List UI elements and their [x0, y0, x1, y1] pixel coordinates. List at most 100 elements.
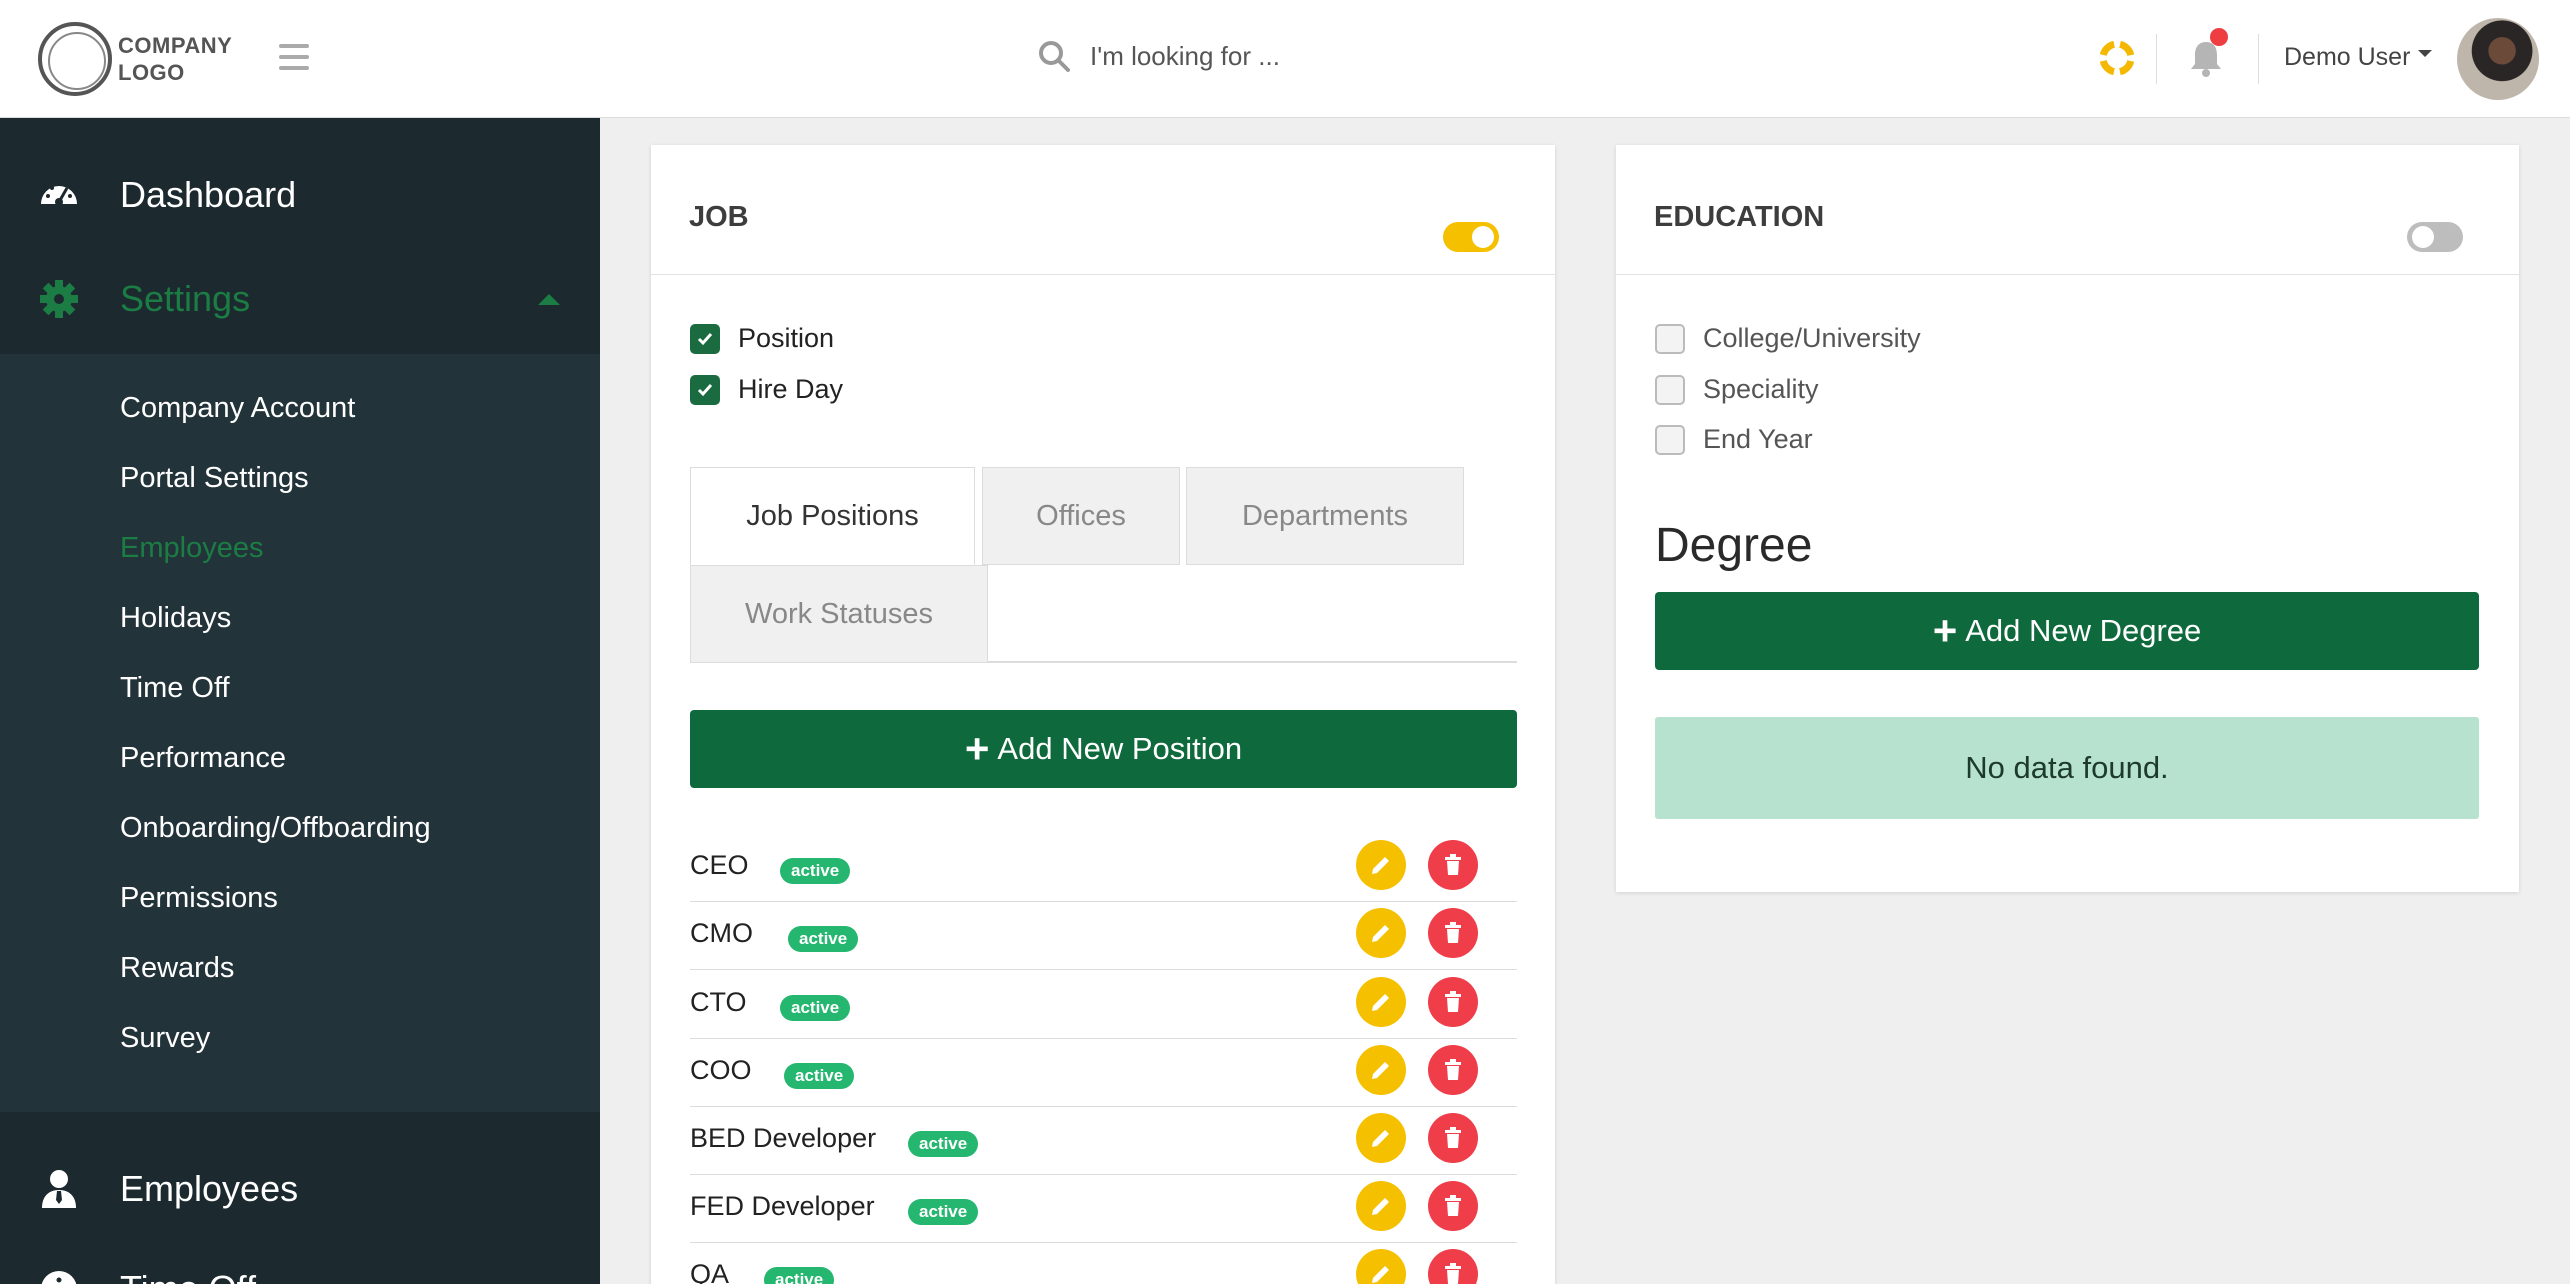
college-university-label: College/University [1703, 323, 1921, 353]
speciality-checkbox[interactable]: Speciality [1655, 374, 1819, 405]
college-university-checkbox[interactable]: College/University [1655, 323, 1921, 354]
hamburger-menu-icon[interactable] [279, 44, 309, 70]
table-row: BED Developer active [690, 1107, 1517, 1175]
gear-icon [40, 280, 78, 318]
sidebar-subitem-permissions[interactable]: Permissions [120, 882, 278, 915]
status-badge: active [908, 1131, 979, 1157]
sidebar-subitem-survey[interactable]: Survey [120, 1022, 210, 1055]
avatar[interactable] [2457, 18, 2539, 100]
trash-icon [1445, 1263, 1461, 1284]
sidebar-subitem-company-account[interactable]: Company Account [120, 392, 355, 425]
header-divider [2258, 34, 2259, 84]
pencil-icon [1372, 1130, 1389, 1147]
degree-heading: Degree [1655, 519, 1813, 572]
table-row: CTO active [690, 971, 1517, 1039]
pencil-icon [1372, 1198, 1389, 1215]
edit-button[interactable] [1356, 1181, 1406, 1231]
trash-icon [1445, 922, 1461, 943]
logo-text-line2: LOGO [118, 60, 185, 85]
tab-job-positions[interactable]: Job Positions [690, 467, 975, 565]
tab-departments[interactable]: Departments [1186, 467, 1464, 565]
lifebuoy-help-icon[interactable] [2100, 41, 2134, 75]
notification-dot [2210, 28, 2228, 46]
sidebar-subitem-onboarding[interactable]: Onboarding/Offboarding [120, 812, 431, 845]
edit-button[interactable] [1356, 1045, 1406, 1095]
trash-icon [1445, 991, 1461, 1012]
delete-button[interactable] [1428, 1181, 1478, 1231]
sidebar-subitem-rewards[interactable]: Rewards [120, 952, 234, 985]
add-new-position-button[interactable]: + Add New Position [690, 710, 1517, 788]
search-icon [1039, 41, 1070, 72]
trash-icon [1445, 1195, 1461, 1216]
position-name: COO [690, 1055, 752, 1085]
plus-icon: + [1932, 607, 1958, 654]
delete-button[interactable] [1428, 1045, 1478, 1095]
position-name: BED Developer [690, 1123, 877, 1153]
sidebar-item-dashboard[interactable]: Dashboard [0, 170, 600, 220]
sidebar-subitem-time-off[interactable]: Time Off [120, 672, 230, 705]
sidebar-subitem-performance[interactable]: Performance [120, 742, 286, 775]
add-new-degree-button[interactable]: + Add New Degree [1655, 592, 2479, 670]
sidebar-label-settings: Settings [120, 278, 251, 319]
sidebar-item-employees[interactable]: Employees [0, 1164, 600, 1214]
checkbox-checked-icon [690, 374, 720, 405]
checkbox-unchecked-icon [1655, 424, 1685, 455]
caret-down-icon [2418, 50, 2433, 57]
education-card-title: EDUCATION [1654, 201, 1825, 233]
position-name: FED Developer [690, 1191, 875, 1221]
sidebar-item-time-off[interactable]: Time Off [0, 1264, 600, 1284]
trash-icon [1445, 1127, 1461, 1148]
job-tabs: Job Positions Offices Departments Work S… [690, 467, 1517, 663]
delete-button[interactable] [1428, 1113, 1478, 1163]
pencil-icon [1372, 1062, 1389, 1079]
search-input[interactable] [1090, 40, 1490, 72]
delete-button[interactable] [1428, 908, 1478, 958]
logo-ring-icon [38, 22, 112, 96]
pencil-icon [1372, 857, 1389, 874]
table-row: CMO active [690, 902, 1517, 970]
edit-button[interactable] [1356, 977, 1406, 1027]
chevron-up-icon [538, 293, 560, 305]
trash-icon [1445, 854, 1461, 875]
edit-button[interactable] [1356, 1113, 1406, 1163]
pencil-icon [1372, 1266, 1389, 1283]
job-section-toggle[interactable] [1443, 222, 1499, 252]
position-checkbox-label: Position [738, 323, 835, 353]
sidebar-subitem-portal-settings[interactable]: Portal Settings [120, 462, 309, 495]
user-menu-dropdown[interactable]: Demo User [2284, 43, 2433, 72]
company-logo[interactable]: COMPANY LOGO [38, 22, 232, 96]
checkbox-unchecked-icon [1655, 374, 1685, 405]
status-badge: active [780, 995, 851, 1021]
education-section-toggle[interactable] [2407, 222, 2463, 252]
delete-button[interactable] [1428, 977, 1478, 1027]
delete-button[interactable] [1428, 840, 1478, 890]
sidebar-item-settings[interactable]: Settings [0, 274, 600, 324]
tab-work-statuses[interactable]: Work Statuses [690, 565, 988, 663]
end-year-label: End Year [1703, 424, 1813, 454]
speedometer-icon [41, 186, 77, 206]
edit-button[interactable] [1356, 840, 1406, 890]
job-card-title: JOB [689, 201, 749, 233]
hire-day-checkbox-label: Hire Day [738, 374, 844, 404]
logo-text-line1: COMPANY [118, 33, 233, 58]
hire-day-checkbox[interactable]: Hire Day [690, 374, 843, 405]
delete-button[interactable] [1428, 1249, 1478, 1284]
status-badge: active [784, 1063, 855, 1089]
edit-button[interactable] [1356, 1249, 1406, 1284]
empty-state-message: No data found. [1655, 717, 2479, 819]
pencil-icon [1372, 925, 1389, 942]
table-row: COO active [690, 1039, 1517, 1107]
end-year-checkbox[interactable]: End Year [1655, 424, 1813, 455]
sidebar-label-dashboard: Dashboard [120, 174, 297, 215]
trash-icon [1445, 1059, 1461, 1080]
tab-offices[interactable]: Offices [982, 467, 1180, 565]
edit-button[interactable] [1356, 908, 1406, 958]
position-name: QA [690, 1259, 730, 1284]
add-new-position-label: Add New Position [997, 731, 1243, 766]
sidebar-subitem-holidays[interactable]: Holidays [120, 602, 231, 635]
table-row: CEO active [690, 834, 1517, 902]
sidebar-label-employees: Employees [120, 1168, 299, 1209]
sidebar-subitem-employees[interactable]: Employees [120, 532, 263, 565]
position-checkbox[interactable]: Position [690, 323, 834, 354]
position-name: CEO [690, 850, 749, 880]
